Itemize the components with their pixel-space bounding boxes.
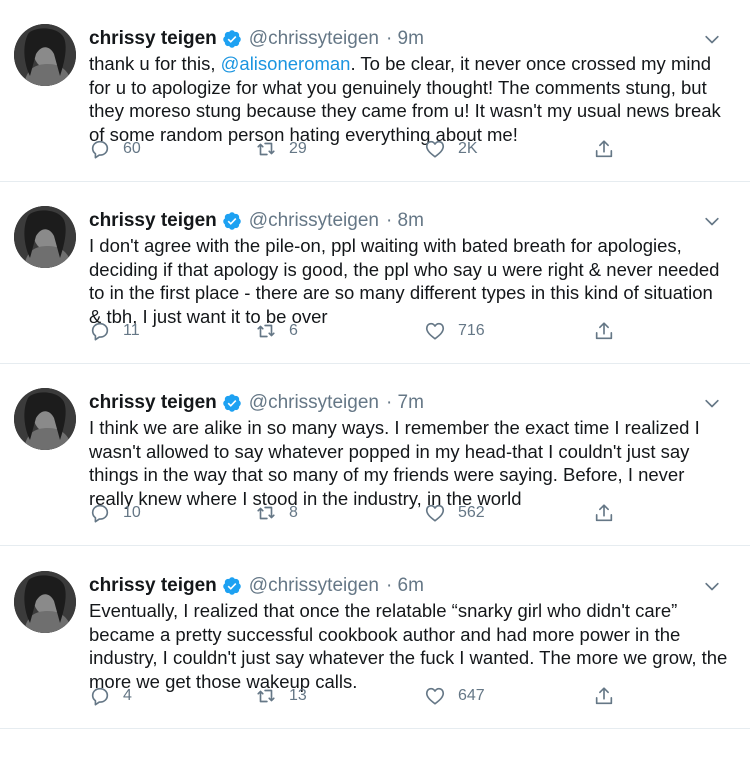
tweet-actions: 10 8 562 — [89, 499, 629, 527]
retweet-button[interactable]: 29 — [255, 135, 307, 163]
like-button[interactable]: 716 — [424, 317, 485, 345]
mention-link[interactable]: @alisoneroman — [221, 53, 351, 74]
retweet-icon — [257, 506, 275, 520]
retweet-count: 29 — [289, 140, 307, 157]
author-handle[interactable]: @chrissyteigen — [249, 28, 379, 50]
reply-button[interactable]: 60 — [89, 135, 141, 163]
retweet-button[interactable]: 6 — [255, 317, 298, 345]
tweet-header: chrissy teigen @chrissyteigen · 8m — [89, 208, 424, 234]
retweet-count: 8 — [289, 504, 298, 521]
share-button[interactable] — [593, 499, 615, 527]
tweet-text: I don't agree with the pile-on, ppl wait… — [89, 235, 720, 327]
avatar[interactable] — [14, 388, 76, 450]
like-count: 647 — [458, 687, 485, 704]
avatar[interactable] — [14, 571, 76, 633]
tweet[interactable]: chrissy teigen @chrissyteigen · 9m thank… — [0, 0, 750, 182]
like-button[interactable]: 562 — [424, 499, 485, 527]
tweet-timestamp[interactable]: · 9m — [386, 28, 424, 50]
avatar-photo-icon — [14, 388, 76, 450]
avatar[interactable] — [14, 24, 76, 86]
heart-icon — [425, 687, 445, 705]
author-handle[interactable]: @chrissyteigen — [249, 210, 379, 232]
tweet-text: I think we are alike in so many ways. I … — [89, 417, 700, 509]
tweet-timestamp[interactable]: · 7m — [386, 392, 424, 414]
like-count: 562 — [458, 504, 485, 521]
reply-icon — [91, 140, 109, 159]
author-handle[interactable]: @chrissyteigen — [249, 575, 379, 597]
tweet-actions: 4 13 647 — [89, 682, 629, 710]
verified-badge-icon — [223, 394, 241, 412]
tweet-header: chrissy teigen @chrissyteigen · 9m — [89, 26, 424, 52]
like-count: 2K — [458, 140, 478, 157]
tweet-header: chrissy teigen @chrissyteigen · 6m — [89, 573, 424, 599]
retweet-icon — [257, 689, 275, 703]
tweet-timestamp[interactable]: · 6m — [386, 575, 424, 597]
retweet-count: 6 — [289, 322, 298, 339]
reply-count: 11 — [123, 322, 140, 339]
share-button[interactable] — [593, 135, 615, 163]
heart-icon — [425, 322, 445, 340]
like-button[interactable]: 2K — [424, 135, 478, 163]
author-name[interactable]: chrissy teigen — [89, 392, 217, 414]
avatar[interactable] — [14, 206, 76, 268]
like-count: 716 — [458, 322, 485, 339]
share-button[interactable] — [593, 682, 615, 710]
author-name[interactable]: chrissy teigen — [89, 575, 217, 597]
tweet-actions: 11 6 716 — [89, 317, 629, 345]
reply-icon — [91, 322, 109, 341]
author-handle[interactable]: @chrissyteigen — [249, 392, 379, 414]
reply-count: 4 — [123, 687, 132, 704]
share-icon — [595, 322, 613, 340]
tweet-timestamp[interactable]: · 8m — [386, 210, 424, 232]
retweet-count: 13 — [289, 687, 307, 704]
reply-button[interactable]: 4 — [89, 682, 132, 710]
reply-count: 60 — [123, 140, 141, 157]
tweet-header: chrissy teigen @chrissyteigen · 7m — [89, 390, 424, 416]
avatar-photo-icon — [14, 24, 76, 86]
chevron-down-icon[interactable] — [702, 30, 722, 50]
retweet-icon — [257, 324, 275, 338]
author-name[interactable]: chrissy teigen — [89, 210, 217, 232]
retweet-button[interactable]: 13 — [255, 682, 307, 710]
author-name[interactable]: chrissy teigen — [89, 28, 217, 50]
tweet-thread: chrissy teigen @chrissyteigen · 9m thank… — [0, 0, 750, 761]
share-icon — [595, 504, 613, 522]
share-button[interactable] — [593, 317, 615, 345]
reply-button[interactable]: 11 — [89, 317, 140, 345]
reply-button[interactable]: 10 — [89, 499, 141, 527]
verified-badge-icon — [223, 212, 241, 230]
share-icon — [595, 140, 613, 158]
avatar-photo-icon — [14, 571, 76, 633]
tweet[interactable]: chrissy teigen @chrissyteigen · 6m Event… — [0, 547, 750, 729]
heart-icon — [425, 140, 445, 158]
reply-icon — [91, 504, 109, 523]
tweet-text-part: thank u for this, — [89, 53, 221, 74]
tweet[interactable]: chrissy teigen @chrissyteigen · 8m I don… — [0, 182, 750, 364]
reply-icon — [91, 687, 109, 706]
verified-badge-icon — [223, 577, 241, 595]
tweet-text: Eventually, I realized that once the rel… — [89, 600, 728, 692]
heart-icon — [425, 504, 445, 522]
chevron-down-icon[interactable] — [702, 394, 722, 414]
tweet-actions: 60 29 2K — [89, 135, 629, 163]
avatar-photo-icon — [14, 206, 76, 268]
retweet-button[interactable]: 8 — [255, 499, 298, 527]
feed-bottom — [0, 729, 750, 761]
chevron-down-icon[interactable] — [702, 577, 722, 597]
reply-count: 10 — [123, 504, 141, 521]
chevron-down-icon[interactable] — [702, 212, 722, 232]
like-button[interactable]: 647 — [424, 682, 485, 710]
share-icon — [595, 687, 613, 705]
verified-badge-icon — [223, 30, 241, 48]
retweet-icon — [257, 142, 275, 156]
tweet[interactable]: chrissy teigen @chrissyteigen · 7m I thi… — [0, 364, 750, 546]
tweet-text: thank u for this, @alisoneroman. To be c… — [89, 52, 729, 146]
